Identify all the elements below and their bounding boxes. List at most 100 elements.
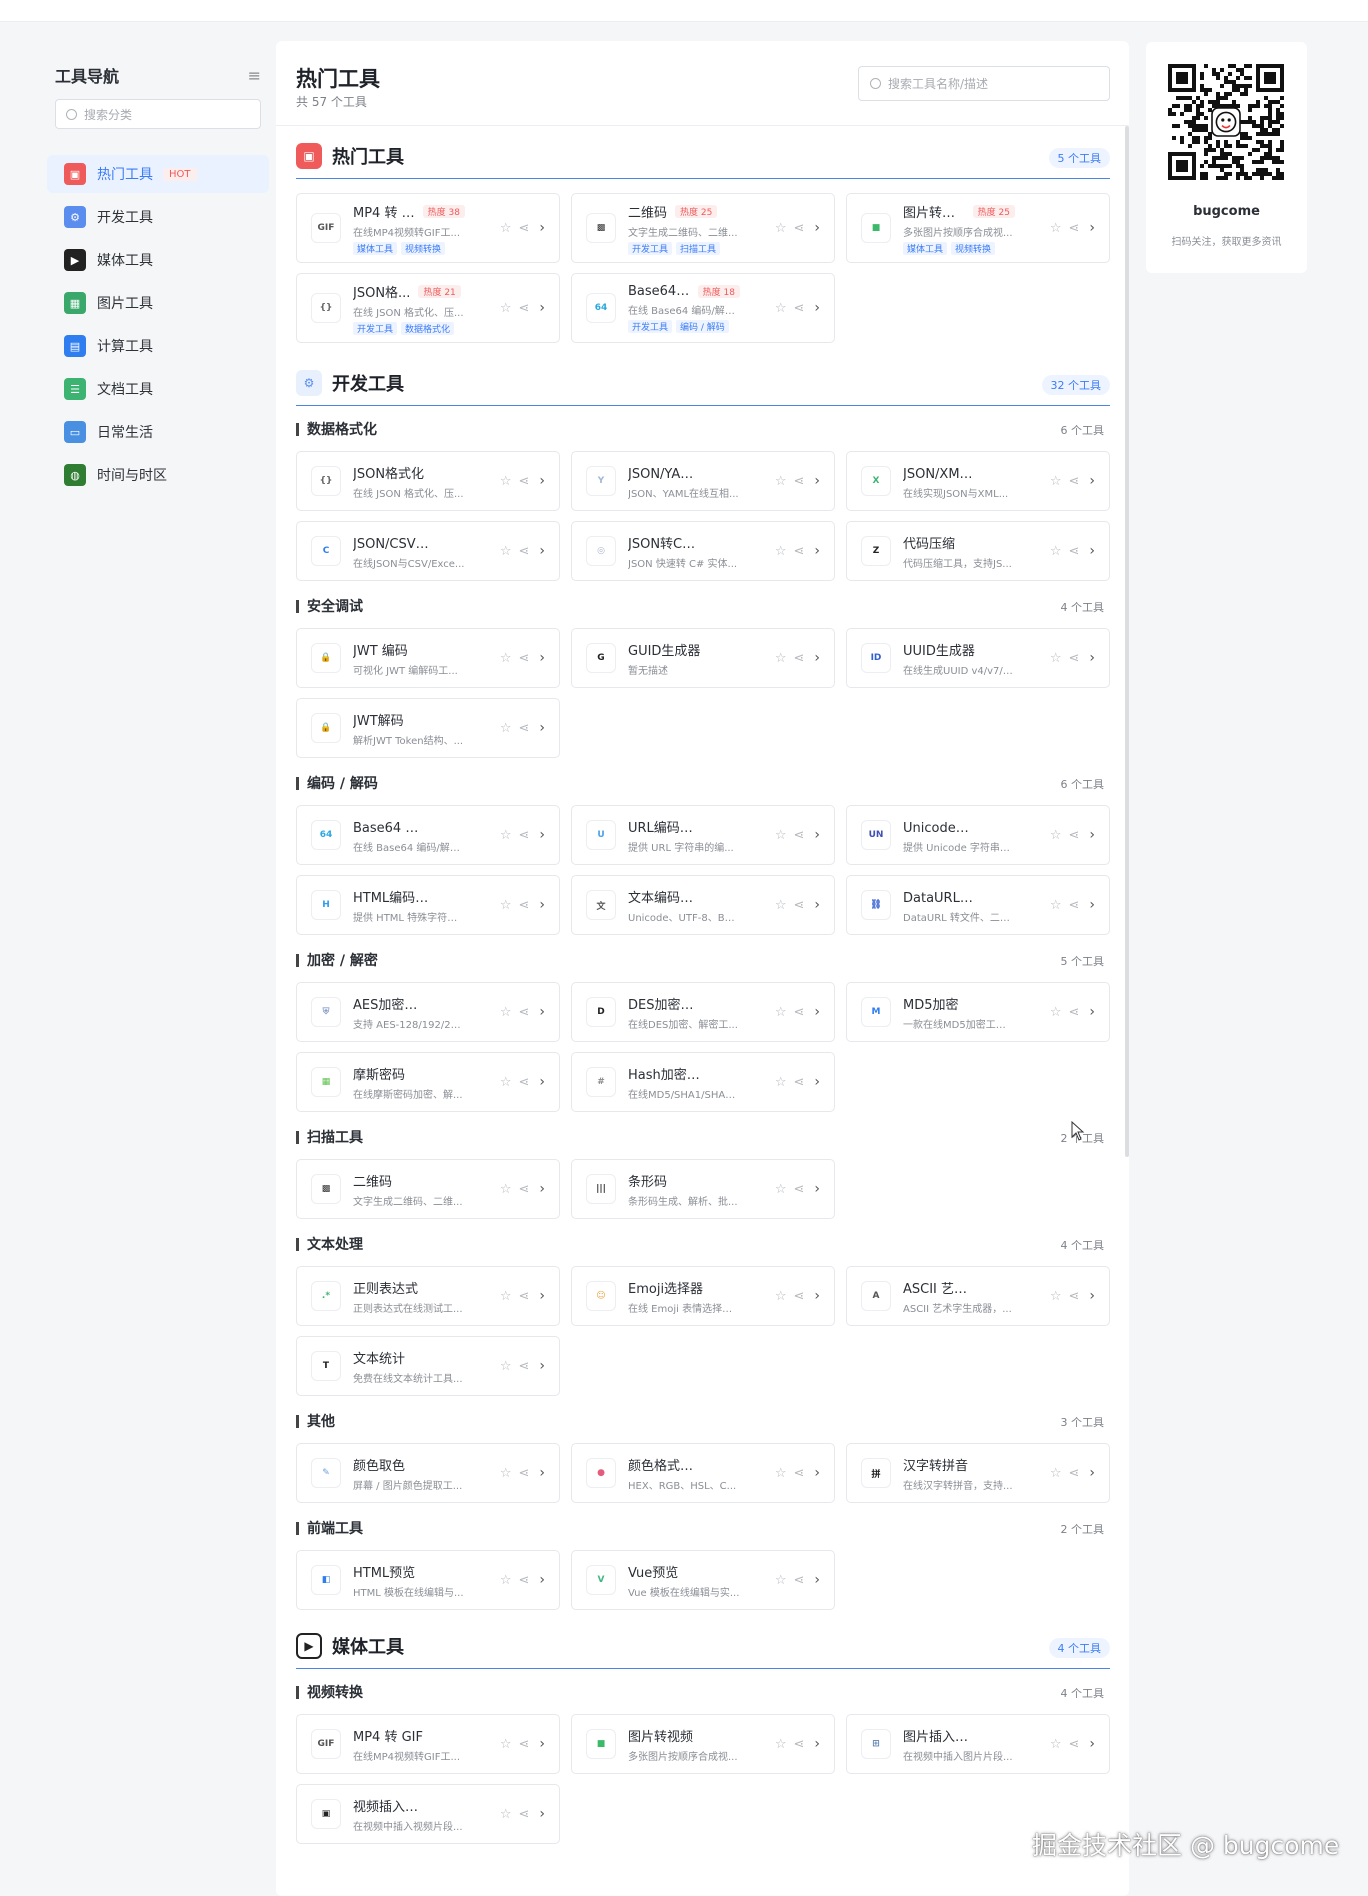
chevron-right-icon[interactable]: › [539, 1288, 545, 1304]
star-icon[interactable]: ☆ [775, 1466, 787, 1481]
share-icon[interactable]: ⋖ [518, 1005, 529, 1020]
tool-card[interactable]: GIF MP4 转 GIF 在线MP4视频转GIF工... ☆ ⋖ › [296, 1714, 560, 1774]
chevron-right-icon[interactable]: › [1089, 1004, 1095, 1020]
chevron-right-icon[interactable]: › [1089, 543, 1095, 559]
chevron-right-icon[interactable]: › [539, 720, 545, 736]
chevron-right-icon[interactable]: › [539, 1736, 545, 1752]
share-icon[interactable]: ⋖ [518, 1075, 529, 1090]
share-icon[interactable]: ⋖ [518, 301, 529, 316]
tool-card[interactable]: ☺ Emoji选择器 在线 Emoji 表情选择器... ☆ ⋖ › [571, 1266, 835, 1326]
tool-card[interactable]: ⊞ 图片插入视频 在视频中插入图片片段... ☆ ⋖ › [846, 1714, 1110, 1774]
tool-tag[interactable]: 开发工具 [628, 241, 673, 255]
tool-tag[interactable]: 视频转换 [951, 241, 996, 255]
tool-tag[interactable]: 扫描工具 [676, 241, 721, 255]
sidebar-item[interactable]: ◍ 时间与时区 [47, 456, 269, 494]
star-icon[interactable]: ☆ [500, 1466, 512, 1481]
tool-card[interactable]: ■ 图片转视频 多张图片按顺序合成视... ☆ ⋖ › [571, 1714, 835, 1774]
share-icon[interactable]: ⋖ [1068, 1005, 1079, 1020]
star-icon[interactable]: ☆ [500, 1807, 512, 1822]
share-icon[interactable]: ⋖ [793, 1005, 804, 1020]
chevron-right-icon[interactable]: › [539, 1004, 545, 1020]
share-icon[interactable]: ⋖ [793, 651, 804, 666]
chevron-right-icon[interactable]: › [539, 473, 545, 489]
chevron-right-icon[interactable]: › [814, 473, 820, 489]
chevron-right-icon[interactable]: › [539, 1181, 545, 1197]
star-icon[interactable]: ☆ [775, 1075, 787, 1090]
star-icon[interactable]: ☆ [1050, 828, 1062, 843]
star-icon[interactable]: ☆ [500, 898, 512, 913]
star-icon[interactable]: ☆ [1050, 474, 1062, 489]
tool-card[interactable]: {} JSON格... 热度 21 在线 JSON 格式化、压... 开发工具 数据格式化… [296, 273, 560, 343]
tool-card[interactable]: ▦ 摩斯密码 在线摩斯密码加密、解... ☆ ⋖ › [296, 1052, 560, 1112]
chevron-right-icon[interactable]: › [1089, 897, 1095, 913]
tool-tag[interactable]: 开发工具 [353, 321, 398, 335]
chevron-right-icon[interactable]: › [539, 543, 545, 559]
tool-card[interactable]: # Hash加密生成在线MD5/SHA1/SHA2... ☆ ⋖ › [571, 1052, 835, 1112]
star-icon[interactable]: ☆ [775, 1182, 787, 1197]
star-icon[interactable]: ☆ [1050, 898, 1062, 913]
share-icon[interactable]: ⋖ [518, 1182, 529, 1197]
chevron-right-icon[interactable]: › [1089, 650, 1095, 666]
star-icon[interactable]: ☆ [775, 1737, 787, 1752]
tool-card[interactable]: 拼汉字转拼音 在线汉字转拼音，支持... ☆ ⋖ › [846, 1443, 1110, 1503]
star-icon[interactable]: ☆ [775, 1289, 787, 1304]
tool-card[interactable]: 64 Base64 ... 热度 18 在线 Base64 编码/解码... 开发工具编… [571, 273, 835, 343]
share-icon[interactable]: ⋖ [793, 301, 804, 316]
star-icon[interactable]: ☆ [500, 721, 512, 736]
tool-tag[interactable]: 媒体工具 [353, 241, 398, 255]
share-icon[interactable]: ⋖ [793, 1466, 804, 1481]
tool-card[interactable]: U URL编码解码 提供 URL 字符串的编... ☆ ⋖ › [571, 805, 835, 865]
share-icon[interactable]: ⋖ [518, 1359, 529, 1374]
tool-card[interactable]: ▩ 二维码 热度 25 文字生成二维码、二维... 开发工具 扫描工具 ☆ ⋖ › [571, 193, 835, 263]
tool-tag[interactable]: 编码 / 解码 [676, 319, 729, 333]
tool-card[interactable]: ◧ HTML预览 HTML 模板在线编辑与... ☆ ⋖ › [296, 1550, 560, 1610]
star-icon[interactable]: ☆ [500, 221, 512, 236]
share-icon[interactable]: ⋖ [793, 1573, 804, 1588]
tool-card[interactable]: ✎ 颜色取色 屏幕 / 图片颜色提取工... ☆ ⋖ › [296, 1443, 560, 1503]
chevron-right-icon[interactable]: › [814, 1288, 820, 1304]
share-icon[interactable]: ⋖ [1068, 1466, 1079, 1481]
share-icon[interactable]: ⋖ [1068, 651, 1079, 666]
star-icon[interactable]: ☆ [500, 828, 512, 843]
chevron-right-icon[interactable]: › [539, 220, 545, 236]
sidebar-item[interactable]: ▭ 日常生活 [47, 413, 269, 451]
tool-card[interactable]: UN Unicode编码解码提供 Unicode 字符串的... ☆ ⋖ › [846, 805, 1110, 865]
tool-card[interactable]: 🔒 JWT解码 解析JWT Token结构、... ☆ ⋖ › [296, 698, 560, 758]
chevron-right-icon[interactable]: › [539, 1806, 545, 1822]
category-search-input[interactable]: 搜索分类 [55, 99, 261, 129]
star-icon[interactable]: ☆ [500, 1075, 512, 1090]
tool-card[interactable]: ⛓ DataURL→文件 DataURL 转文件、二维... ☆ ⋖ › [846, 875, 1110, 935]
tool-card[interactable]: H HTML编码解码提供 HTML 特殊字符的... ☆ ⋖ › [296, 875, 560, 935]
share-icon[interactable]: ⋖ [518, 221, 529, 236]
share-icon[interactable]: ⋖ [518, 474, 529, 489]
sidebar-item[interactable]: ▦ 图片工具 [47, 284, 269, 322]
share-icon[interactable]: ⋖ [793, 1182, 804, 1197]
star-icon[interactable]: ☆ [775, 651, 787, 666]
tool-card[interactable]: G GUID生成器 暂无描述 ☆ ⋖ › [571, 628, 835, 688]
tool-card[interactable]: D DES加密解密 在线DES加密、解密工... ☆ ⋖ › [571, 982, 835, 1042]
share-icon[interactable]: ⋖ [518, 828, 529, 843]
share-icon[interactable]: ⋖ [518, 1573, 529, 1588]
share-icon[interactable]: ⋖ [1068, 828, 1079, 843]
chevron-right-icon[interactable]: › [814, 1465, 820, 1481]
star-icon[interactable]: ☆ [775, 544, 787, 559]
star-icon[interactable]: ☆ [500, 544, 512, 559]
share-icon[interactable]: ⋖ [518, 544, 529, 559]
star-icon[interactable]: ☆ [500, 1359, 512, 1374]
tool-card[interactable]: ▣ 视频插入视频 在视频中插入视频片段... ☆ ⋖ › [296, 1784, 560, 1844]
star-icon[interactable]: ☆ [500, 301, 512, 316]
chevron-right-icon[interactable]: › [539, 300, 545, 316]
share-icon[interactable]: ⋖ [793, 474, 804, 489]
chevron-right-icon[interactable]: › [814, 897, 820, 913]
tool-card[interactable]: M MD5加密 一款在线MD5加密工具... ☆ ⋖ › [846, 982, 1110, 1042]
tool-card[interactable]: T 文本统计 免费在线文本统计工具... ☆ ⋖ › [296, 1336, 560, 1396]
tool-card[interactable]: ⛨ AES加密解密 支持 AES-128/192/256... ☆ ⋖ › [296, 982, 560, 1042]
chevron-right-icon[interactable]: › [539, 827, 545, 843]
star-icon[interactable]: ☆ [775, 221, 787, 236]
share-icon[interactable]: ⋖ [793, 1075, 804, 1090]
tool-card[interactable]: Y JSON/YAML转换 JSON、YAML在线互相... ☆ ⋖ › [571, 451, 835, 511]
tool-search-input[interactable]: 搜索工具名称/描述 [858, 66, 1110, 101]
chevron-right-icon[interactable]: › [814, 1004, 820, 1020]
tool-card[interactable]: ||| 条形码 条形码生成、解析、批... ☆ ⋖ › [571, 1159, 835, 1219]
star-icon[interactable]: ☆ [500, 474, 512, 489]
